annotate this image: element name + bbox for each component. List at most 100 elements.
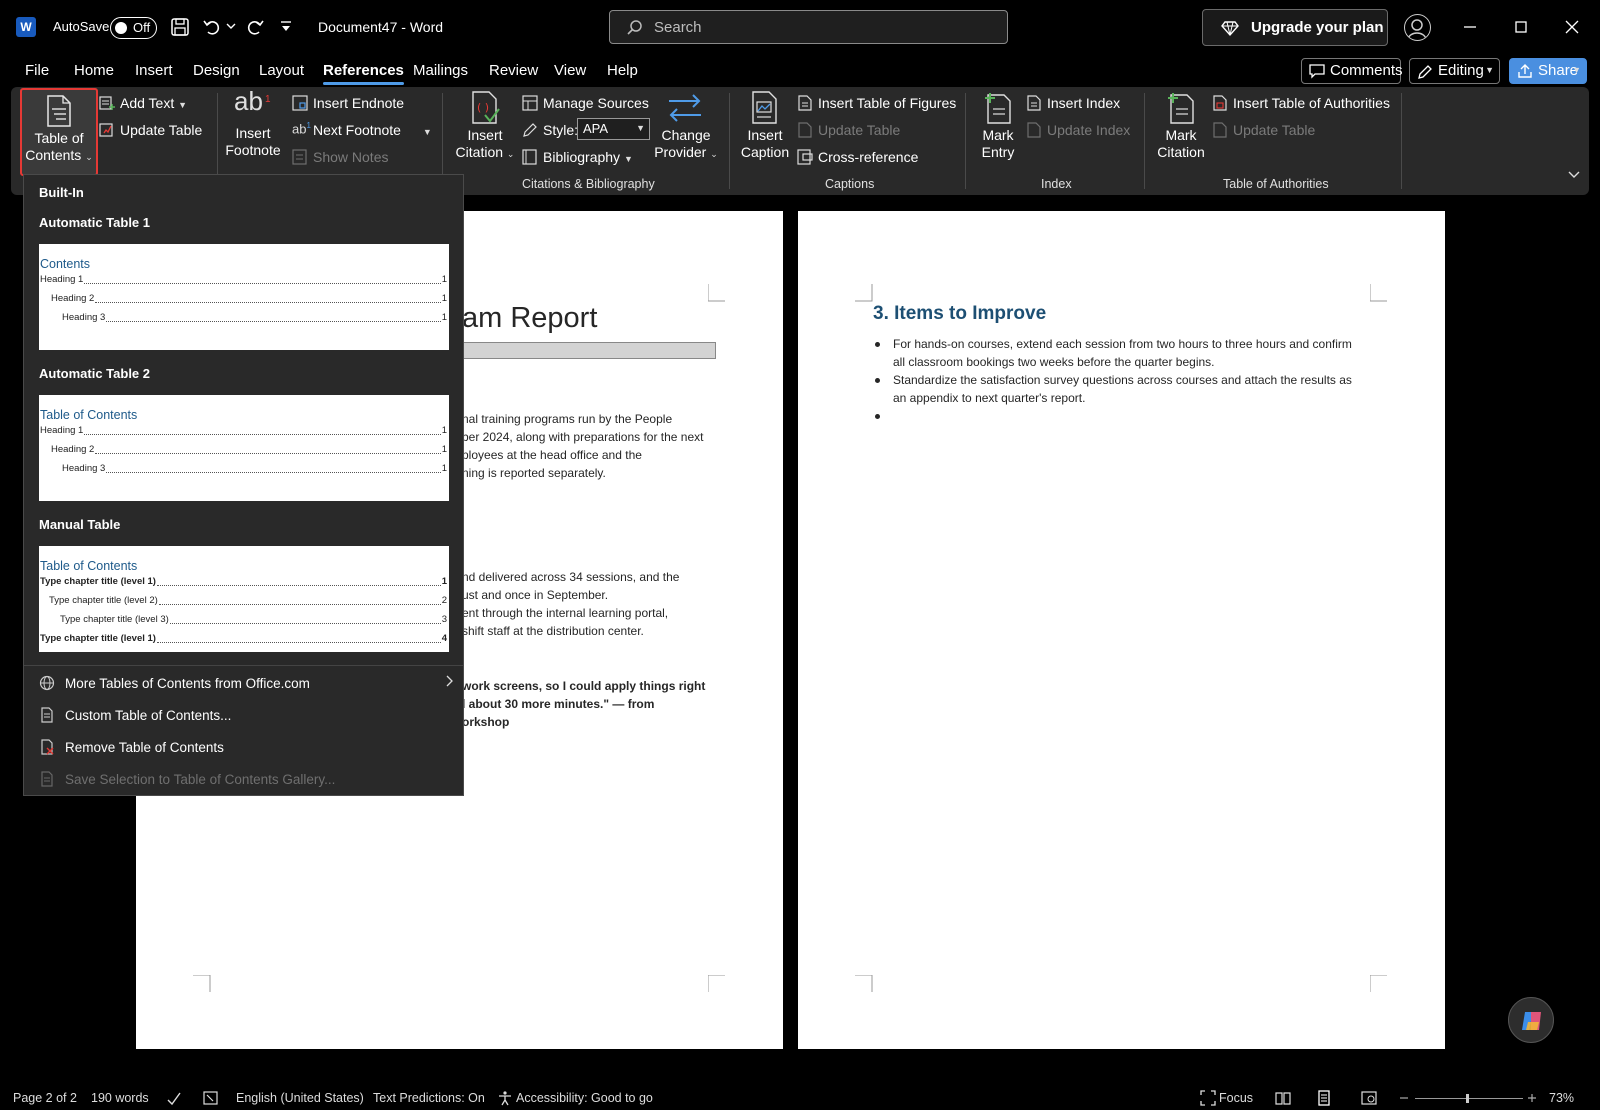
update-index-icon <box>1026 122 1042 138</box>
undo-dropdown-icon[interactable] <box>226 21 236 31</box>
word-logo-icon: W <box>16 17 36 37</box>
copilot-button[interactable] <box>1508 997 1554 1043</box>
manual-table-option[interactable]: Table of Contents Type chapter title (le… <box>39 546 449 652</box>
document-page-2[interactable]: 3. Items to Improve For hands-on courses… <box>798 211 1445 1049</box>
insert-index-button[interactable]: Insert Index <box>1026 95 1120 111</box>
paragraph-intro: nal training programs run by the People … <box>462 412 704 480</box>
tab-mailings[interactable]: Mailings <box>413 62 468 79</box>
insert-table-of-authorities-button[interactable]: Insert Table of Authorities <box>1212 95 1390 111</box>
swap-arrows-icon <box>665 91 719 127</box>
update-table-figures-button[interactable]: Update Table <box>797 122 900 138</box>
word-count[interactable]: 190 words <box>91 1091 149 1105</box>
comments-button[interactable]: Comments <box>1301 58 1403 84</box>
share-button[interactable]: Share ▼ <box>1509 58 1587 84</box>
accessibility-status[interactable]: Accessibility: Good to go <box>516 1091 653 1105</box>
custom-toc-item[interactable]: Custom Table of Contents... <box>39 703 453 729</box>
avatar[interactable] <box>1404 14 1431 41</box>
remove-document-icon <box>39 739 55 755</box>
show-notes-button[interactable]: Show Notes <box>292 149 388 165</box>
preview-line: Heading 31 <box>62 463 447 474</box>
more-tables-office-item[interactable]: More Tables of Contents from Office.com <box>39 671 453 697</box>
mark-entry-button[interactable]: Mark Entry <box>973 91 1023 161</box>
preview-heading: Contents <box>40 257 91 271</box>
tab-help[interactable]: Help <box>607 62 638 79</box>
menu-bar: File Home Insert Design Layout Reference… <box>0 56 1600 86</box>
update-table-authorities-icon <box>1212 122 1228 138</box>
update-table-button[interactable]: Update Table <box>99 122 202 138</box>
proofing-icon[interactable] <box>166 1090 182 1106</box>
chevron-down-icon: ▼ <box>1572 65 1581 75</box>
update-index-button[interactable]: Update Index <box>1026 122 1130 138</box>
bibliography-label: Bibliography <box>543 149 621 165</box>
citation-style-select[interactable]: APA ▼ <box>577 118 650 140</box>
redo-icon[interactable] <box>245 17 265 37</box>
web-layout-icon[interactable] <box>1361 1090 1377 1106</box>
tab-home[interactable]: Home <box>74 62 114 79</box>
mark-citation-icon <box>1165 91 1211 127</box>
insert-table-of-figures-button[interactable]: Insert Table of Figures <box>797 95 956 111</box>
tab-view[interactable]: View <box>554 62 586 79</box>
citation-style-value: APA <box>583 121 609 136</box>
tab-file[interactable]: File <box>25 62 49 79</box>
automatic-table-2-option[interactable]: Table of Contents Heading 11 Heading 21 … <box>39 395 449 501</box>
insert-endnote-button[interactable]: Insert Endnote <box>292 95 404 111</box>
add-text-button[interactable]: Add Text ▼ <box>99 95 187 111</box>
remove-toc-item[interactable]: Remove Table of Contents <box>39 735 453 761</box>
paragraph-sessions: nd delivered across 34 sessions, and the… <box>462 570 680 638</box>
tab-layout[interactable]: Layout <box>259 62 304 79</box>
group-label-authorities: Table of Authorities <box>1223 177 1329 191</box>
change-provider-button[interactable]: Change Provider ⌄ <box>653 91 719 163</box>
preview-line: Type chapter title (level 3) 3 <box>60 614 447 625</box>
table-of-contents-button[interactable]: Table of Contents ⌄ <box>20 88 98 176</box>
toc-document-icon <box>46 95 72 127</box>
text-predictions-indicator[interactable]: Text Predictions: On <box>373 1091 485 1105</box>
zoom-slider[interactable] <box>1415 1094 1523 1103</box>
macro-icon[interactable] <box>203 1090 219 1106</box>
bibliography-button[interactable]: Bibliography ▼ <box>522 149 633 165</box>
update-table-authorities-button[interactable]: Update Table <box>1212 122 1315 138</box>
chevron-down-icon: ▼ <box>178 100 188 110</box>
upgrade-plan-button[interactable]: Upgrade your plan <box>1202 9 1388 46</box>
maximize-icon[interactable] <box>1510 16 1532 38</box>
page-count[interactable]: Page 2 of 2 <box>13 1091 77 1105</box>
save-icon[interactable] <box>170 17 190 37</box>
customize-toolbar-icon[interactable] <box>280 20 292 34</box>
autosave-toggle[interactable]: Off <box>110 17 157 39</box>
minimize-icon[interactable] <box>1459 16 1481 38</box>
share-icon <box>1517 64 1533 79</box>
next-footnote-button[interactable]: ab1 Next Footnote ▼ <box>292 121 432 138</box>
tab-references[interactable]: References <box>323 62 404 85</box>
mark-citation-button[interactable]: Mark Citation <box>1151 91 1211 161</box>
close-icon[interactable] <box>1561 16 1583 38</box>
toc-label: Table of Contents ⌄ <box>25 130 93 163</box>
editing-mode-button[interactable]: Editing ▼ <box>1409 58 1500 84</box>
insert-caption-button[interactable]: Insert Caption <box>737 91 793 161</box>
section-heading: 3. Items to Improve <box>873 303 1047 324</box>
zoom-in-icon[interactable] <box>1526 1090 1538 1106</box>
cross-reference-button[interactable]: Cross-reference <box>797 149 918 165</box>
manage-sources-button[interactable]: Manage Sources <box>522 95 649 111</box>
tab-insert[interactable]: Insert <box>135 62 173 79</box>
undo-icon[interactable] <box>202 17 222 37</box>
preview-line: Type chapter title (level 1) 4 <box>40 633 447 644</box>
insert-endnote-label: Insert Endnote <box>313 95 405 111</box>
language-indicator[interactable]: English (United States) <box>236 1091 364 1105</box>
tab-design[interactable]: Design <box>193 62 240 79</box>
zoom-slider-thumb[interactable] <box>1466 1094 1469 1103</box>
print-layout-icon[interactable] <box>1316 1090 1332 1106</box>
read-mode-icon[interactable] <box>1275 1090 1291 1106</box>
group-label-captions: Captions <box>825 177 875 191</box>
automatic-table-1-option[interactable]: Contents Heading 11 Heading 21 Heading 3… <box>39 244 449 350</box>
cross-reference-icon <box>797 149 813 165</box>
insert-footnote-button[interactable]: ab 1 Insert Footnote <box>225 88 281 159</box>
tab-review[interactable]: Review <box>489 62 538 79</box>
search-input[interactable]: Search <box>609 10 1008 44</box>
title-bar: W AutoSave Off Document47 - Word Search … <box>0 0 1600 56</box>
zoom-level[interactable]: 73% <box>1549 1091 1574 1105</box>
insert-citation-button[interactable]: ( ) Insert Citation ⌄ <box>451 91 519 163</box>
manual-table-label: Manual Table <box>39 517 121 532</box>
focus-mode-button[interactable]: Focus <box>1219 1091 1253 1105</box>
save-selection-toc-item[interactable]: Save Selection to Table of Contents Gall… <box>39 767 453 793</box>
zoom-out-icon[interactable] <box>1398 1090 1410 1106</box>
ribbon-collapse-icon[interactable] <box>1568 169 1580 179</box>
